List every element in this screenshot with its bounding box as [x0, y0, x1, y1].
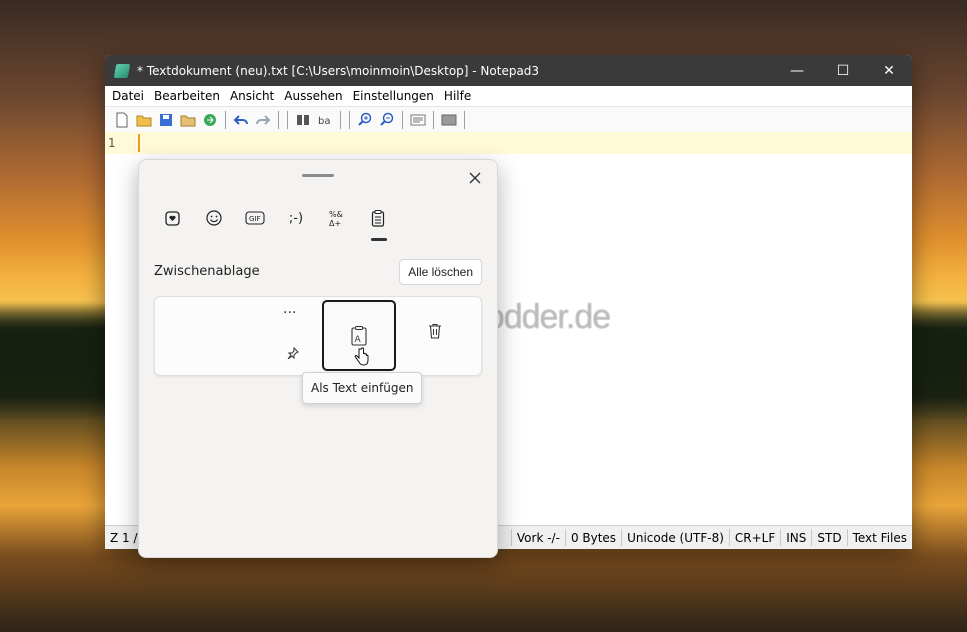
minimize-button[interactable]: — [774, 55, 820, 86]
text-caret [138, 134, 140, 152]
sticker-icon[interactable] [157, 204, 189, 232]
redo-icon[interactable] [252, 110, 274, 130]
drag-handle[interactable] [302, 174, 334, 177]
svg-text:%&: %& [329, 210, 343, 219]
reload-icon[interactable] [199, 110, 221, 130]
pin-icon[interactable] [287, 346, 299, 362]
menu-hilfe[interactable]: Hilfe [439, 89, 476, 103]
clear-all-button[interactable]: Alle löschen [399, 259, 482, 285]
svg-text:Δ+: Δ+ [329, 219, 341, 227]
status-size: 0 Bytes [566, 529, 623, 546]
kaomoji-icon[interactable]: ;-) [280, 204, 312, 232]
clipboard-item-card[interactable]: ··· A [154, 296, 482, 376]
clipboard-flyout: GIF ;-) %& Δ+ Zwischenablage Alle löschen… [138, 159, 498, 558]
toolbar-separator [287, 110, 288, 129]
new-file-icon[interactable] [111, 110, 133, 130]
word-wrap-icon[interactable] [407, 110, 429, 130]
menu-ansicht[interactable]: Ansicht [225, 89, 279, 103]
svg-text:GIF: GIF [249, 215, 261, 223]
toolbar-separator [278, 110, 279, 129]
menu-aussehen[interactable]: Aussehen [279, 89, 347, 103]
save-icon[interactable] [155, 110, 177, 130]
undo-icon[interactable] [230, 110, 252, 130]
open-folder-icon[interactable] [133, 110, 155, 130]
line-number: 1 [108, 136, 116, 150]
hand-cursor-icon [353, 347, 369, 371]
toolbar-separator [402, 110, 403, 129]
menu-einstellungen[interactable]: Einstellungen [348, 89, 439, 103]
toolbar-separator [340, 110, 341, 129]
status-filetype[interactable]: Text Files [848, 529, 912, 546]
delete-icon[interactable] [427, 323, 443, 343]
menu-datei[interactable]: Datei [107, 89, 149, 103]
status-ins[interactable]: INS [781, 529, 813, 546]
gif-icon[interactable]: GIF [239, 204, 271, 232]
close-button[interactable]: ✕ [866, 55, 912, 86]
find-icon[interactable] [292, 110, 314, 130]
toolbar-separator [225, 110, 226, 129]
status-encoding[interactable]: Unicode (UTF-8) [622, 529, 730, 546]
flyout-tabs: GIF ;-) %& Δ+ [157, 204, 394, 241]
maximize-button[interactable]: ☐ [820, 55, 866, 86]
toolbar: ba [105, 107, 912, 133]
toolbar-separator [433, 110, 434, 129]
toolbar-separator [349, 110, 350, 129]
status-eol[interactable]: CR+LF [730, 529, 782, 546]
toolbar-separator [464, 110, 465, 129]
replace-icon[interactable]: ba [314, 110, 336, 130]
tooltip-paste-as-text: Als Text einfügen [302, 372, 423, 404]
symbols-icon[interactable]: %& Δ+ [321, 204, 353, 232]
menu-bar: Datei Bearbeiten Ansicht Aussehen Einste… [105, 86, 912, 107]
title-bar[interactable]: * Textdokument (neu).txt [C:\Users\moinm… [105, 55, 912, 86]
more-options-icon[interactable]: ··· [283, 305, 296, 321]
zoom-in-icon[interactable] [354, 110, 376, 130]
save-as-icon[interactable] [177, 110, 199, 130]
close-icon[interactable] [463, 166, 487, 190]
window-title: * Textdokument (neu).txt [C:\Users\moinm… [137, 63, 540, 78]
emoji-icon[interactable] [198, 204, 230, 232]
clipboard-section-title: Zwischenablage [154, 264, 260, 279]
menu-bearbeiten[interactable]: Bearbeiten [149, 89, 225, 103]
clipboard-icon[interactable] [362, 204, 394, 241]
current-line[interactable]: 1 [105, 132, 912, 154]
scheme-icon[interactable] [438, 110, 460, 130]
status-std[interactable]: STD [812, 529, 848, 546]
zoom-out-icon[interactable] [376, 110, 398, 130]
status-mode: Vork -/- [512, 529, 566, 546]
notepad3-app-icon [113, 63, 131, 78]
svg-text:ba: ba [318, 116, 330, 127]
paste-as-text-icon: A [351, 325, 367, 346]
svg-text:A: A [355, 335, 362, 345]
